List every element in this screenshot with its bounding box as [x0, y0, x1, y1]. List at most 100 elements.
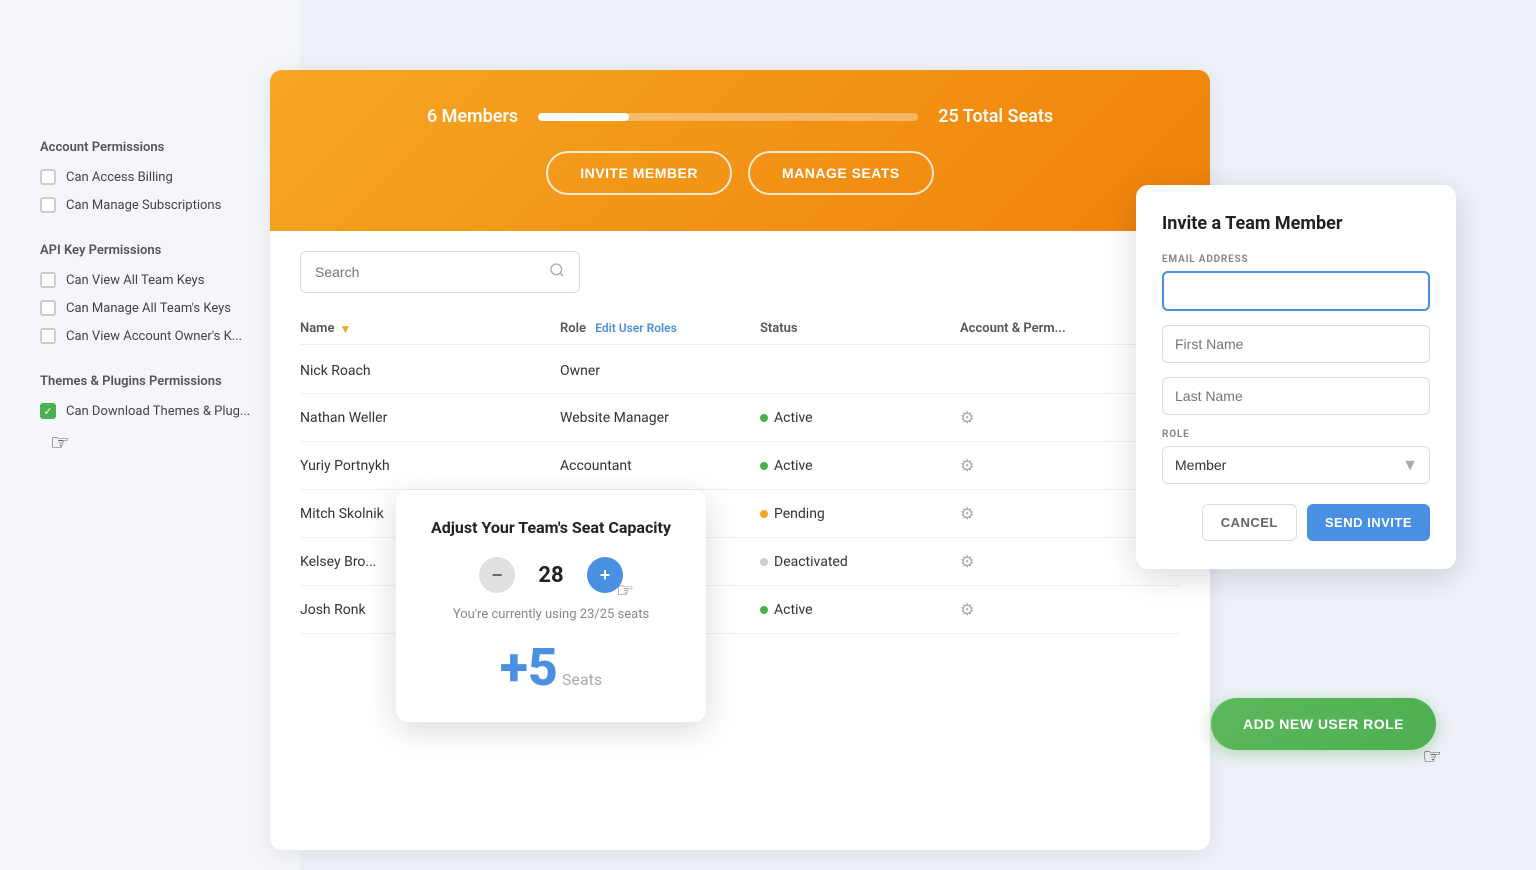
- manage-seats-button[interactable]: MANAGE SEATS: [748, 151, 934, 195]
- seat-add-display: +5Seats: [426, 642, 676, 694]
- sidebar-item-manage-keys[interactable]: Can Manage All Team's Keys: [40, 300, 260, 316]
- account-permissions-section: Account Permissions Can Access Billing C…: [40, 140, 260, 213]
- gear-icon[interactable]: ⚙: [960, 408, 974, 427]
- total-seats: 25 Total Seats: [938, 106, 1053, 127]
- themes-permissions-section: Themes & Plugins Permissions Can Downloa…: [40, 374, 260, 456]
- status-dot-active: [760, 606, 768, 614]
- seat-controls: − 28 +: [426, 557, 676, 593]
- table-row: Nathan Weller Website Manager Active ⚙: [300, 394, 1180, 442]
- row-name: Nick Roach: [300, 363, 560, 379]
- sidebar-item-subscriptions[interactable]: Can Manage Subscriptions: [40, 197, 260, 213]
- search-bar: [300, 251, 580, 293]
- api-key-permissions-section: API Key Permissions Can View All Team Ke…: [40, 243, 260, 344]
- row-role: Owner: [560, 363, 760, 379]
- row-name: Yuriy Portnykh: [300, 458, 560, 474]
- gear-icon[interactable]: ⚙: [960, 552, 974, 571]
- invite-actions: CANCEL SEND INVITE: [1162, 504, 1430, 541]
- row-status: Active: [760, 458, 960, 474]
- row-gear[interactable]: ⚙: [960, 552, 1160, 571]
- role-select-wrap: Member Admin Owner ▼: [1162, 446, 1430, 484]
- send-invite-button[interactable]: SEND INVITE: [1307, 504, 1430, 541]
- cancel-button[interactable]: CANCEL: [1202, 504, 1297, 541]
- email-label: EMAIL ADDRESS: [1162, 254, 1430, 265]
- row-role: Website Manager: [560, 410, 760, 426]
- seat-count: 28: [531, 563, 571, 588]
- owner-keys-checkbox[interactable]: [40, 328, 56, 344]
- manage-keys-label: Can Manage All Team's Keys: [66, 301, 231, 316]
- download-themes-label: Can Download Themes & Plug...: [66, 404, 250, 419]
- gear-icon[interactable]: ⚙: [960, 456, 974, 475]
- row-status: Deactivated: [760, 554, 960, 570]
- status-badge: Active: [760, 410, 960, 426]
- table-row: Yuriy Portnykh Accountant Active ⚙: [300, 442, 1180, 490]
- subscriptions-label: Can Manage Subscriptions: [66, 198, 221, 213]
- sidebar: Account Permissions Can Access Billing C…: [0, 0, 300, 870]
- row-gear[interactable]: ⚙: [960, 504, 1160, 523]
- download-themes-checkbox[interactable]: [40, 403, 56, 419]
- col-permissions: Account & Perm...: [960, 321, 1160, 336]
- account-permissions-title: Account Permissions: [40, 140, 260, 155]
- members-count: 6 Members: [427, 106, 518, 127]
- seats-progress-fill: [538, 113, 629, 121]
- api-key-permissions-title: API Key Permissions: [40, 243, 260, 258]
- mouse-cursor-role: ☞: [1422, 745, 1442, 770]
- add-new-user-role-button[interactable]: ADD NEW USER ROLE: [1211, 698, 1436, 750]
- sidebar-item-view-keys[interactable]: Can View All Team Keys: [40, 272, 260, 288]
- invite-panel-title: Invite a Team Member: [1162, 213, 1430, 234]
- mouse-cursor: ☞: [50, 431, 260, 456]
- table-header: Name ▼ Role Edit User Roles Status Accou…: [300, 313, 1180, 345]
- seat-using-text: You're currently using 23/25 seats: [426, 607, 676, 622]
- seat-add-number: +5: [500, 637, 558, 698]
- row-role: Accountant: [560, 458, 760, 474]
- row-gear[interactable]: ⚙: [960, 600, 1160, 619]
- col-status: Status: [760, 321, 960, 336]
- row-name: Nathan Weller: [300, 410, 560, 426]
- gear-icon[interactable]: ⚙: [960, 504, 974, 523]
- first-name-input[interactable]: [1162, 325, 1430, 363]
- row-gear[interactable]: ⚙: [960, 456, 1160, 475]
- col-role: Role Edit User Roles: [560, 321, 760, 336]
- sort-icon[interactable]: ▼: [339, 322, 351, 336]
- sidebar-item-owner-keys[interactable]: Can View Account Owner's K...: [40, 328, 260, 344]
- last-name-input[interactable]: [1162, 377, 1430, 415]
- email-input[interactable]: [1162, 271, 1430, 311]
- owner-keys-label: Can View Account Owner's K...: [66, 329, 242, 344]
- table-row: Nick Roach Owner: [300, 349, 1180, 394]
- sidebar-item-billing[interactable]: Can Access Billing: [40, 169, 260, 185]
- manage-keys-checkbox[interactable]: [40, 300, 56, 316]
- view-keys-checkbox[interactable]: [40, 272, 56, 288]
- seats-info: 6 Members 25 Total Seats: [330, 106, 1150, 127]
- mouse-cursor-seat: ☞: [616, 578, 634, 602]
- status-badge: Active: [760, 602, 960, 618]
- row-status: Active: [760, 410, 960, 426]
- view-keys-label: Can View All Team Keys: [66, 273, 204, 288]
- status-dot-pending: [760, 510, 768, 518]
- status-dot-active: [760, 462, 768, 470]
- decrease-seats-button[interactable]: −: [479, 557, 515, 593]
- themes-permissions-title: Themes & Plugins Permissions: [40, 374, 260, 389]
- billing-label: Can Access Billing: [66, 170, 173, 185]
- header-buttons: INVITE MEMBER MANAGE SEATS: [546, 151, 933, 195]
- subscriptions-checkbox[interactable]: [40, 197, 56, 213]
- search-icon: [549, 262, 565, 282]
- seats-progress-bar: [538, 113, 918, 121]
- invite-panel: Invite a Team Member EMAIL ADDRESS ROLE …: [1136, 185, 1456, 569]
- billing-checkbox[interactable]: [40, 169, 56, 185]
- seat-popup-title: Adjust Your Team's Seat Capacity: [426, 518, 676, 537]
- row-gear[interactable]: ⚙: [960, 408, 1160, 427]
- row-status: Active: [760, 602, 960, 618]
- col-name: Name ▼: [300, 321, 560, 336]
- orange-header: 6 Members 25 Total Seats INVITE MEMBER M…: [270, 70, 1210, 231]
- status-badge: Active: [760, 458, 960, 474]
- status-badge: Pending: [760, 506, 960, 522]
- edit-user-roles-link[interactable]: Edit User Roles: [595, 321, 677, 335]
- gear-icon[interactable]: ⚙: [960, 600, 974, 619]
- invite-member-button[interactable]: INVITE MEMBER: [546, 151, 732, 195]
- sidebar-item-download-themes[interactable]: Can Download Themes & Plug...: [40, 403, 260, 419]
- main-content: 6 Members 25 Total Seats INVITE MEMBER M…: [270, 70, 1210, 850]
- search-input[interactable]: [315, 264, 539, 280]
- seat-capacity-popup: Adjust Your Team's Seat Capacity − 28 + …: [396, 490, 706, 722]
- role-select[interactable]: Member Admin Owner: [1162, 446, 1430, 484]
- role-label: ROLE: [1162, 429, 1430, 440]
- status-badge: Deactivated: [760, 554, 960, 570]
